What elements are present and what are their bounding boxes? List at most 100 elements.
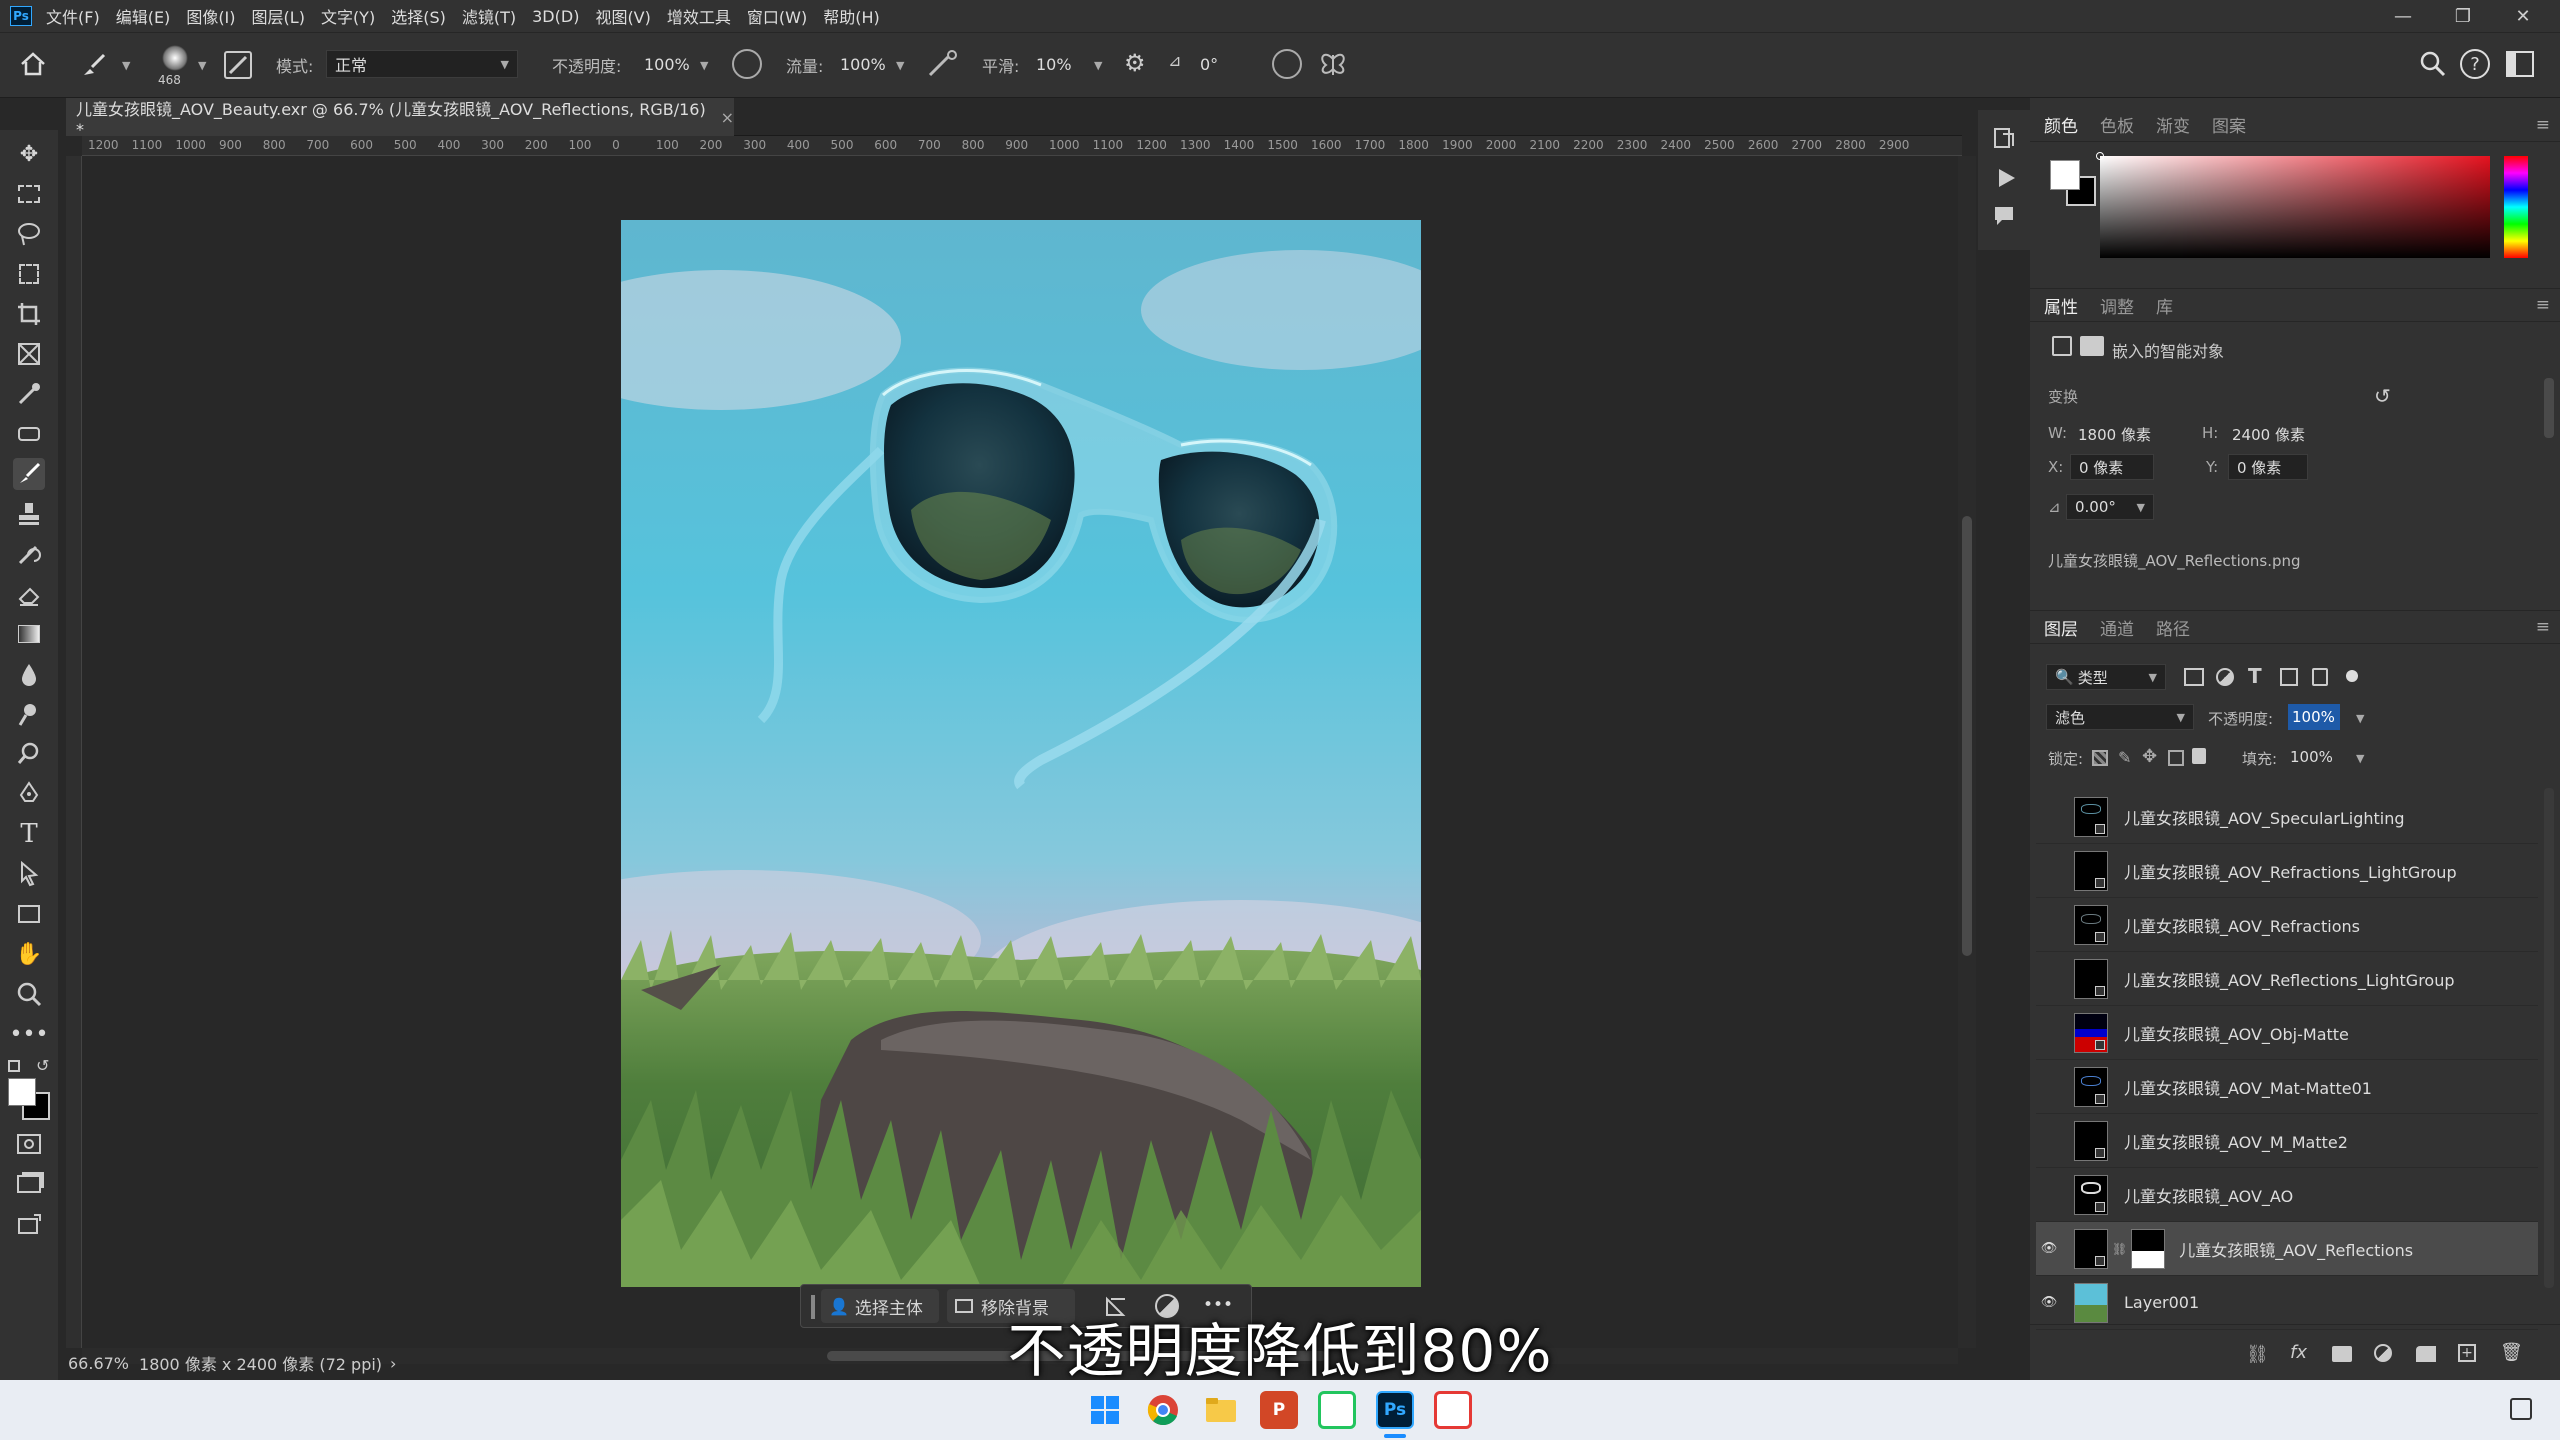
actions-play-icon[interactable] [1994,166,2018,190]
airbrush-icon[interactable] [926,49,960,79]
visibility-toggle-icon[interactable] [2036,858,2062,884]
dodge-tool-icon[interactable] [13,698,45,730]
select-subject-button[interactable]: 👤 选择主体 [821,1289,939,1323]
hue-slider[interactable] [2504,156,2528,258]
menu-help[interactable]: 帮助(H) [823,4,880,28]
layer-row-refractions[interactable]: 儿童女孩眼镜_AOV_Refractions [2036,898,2538,952]
layer-mask-thumbnail[interactable] [2131,1228,2166,1269]
brush-preset-icon[interactable] [80,51,108,79]
crop-tool-icon[interactable] [13,298,45,330]
visibility-toggle-icon[interactable] [2036,1182,2062,1208]
eyedropper-tool-icon[interactable] [13,378,45,410]
link-icon[interactable]: ⛓ [2246,1344,2269,1365]
edit-toolbar-icon[interactable] [13,1208,45,1240]
filter-type-icon[interactable]: T [2248,664,2262,688]
pressure-size-icon[interactable] [1272,49,1302,79]
tab-paths[interactable]: 路径 [2156,615,2190,640]
tab-color[interactable]: 颜色 [2044,112,2078,137]
visibility-toggle-icon[interactable] [2036,1074,2062,1100]
photoshop-logo-icon[interactable]: Ps [10,6,32,26]
minimize-button[interactable]: — [2374,0,2432,32]
document-tab[interactable]: 儿童女孩眼镜_AOV_Beauty.exr @ 66.7% (儿童女孩眼镜_AO… [66,98,734,139]
type-tool-icon[interactable]: T [13,818,45,850]
layer-row-ao[interactable]: 儿童女孩眼镜_AOV_AO [2036,1168,2538,1222]
lock-all-icon[interactable] [2192,748,2206,764]
tab-gradients[interactable]: 渐变 [2156,112,2190,137]
zoom-minus-tool-icon[interactable] [13,738,45,770]
fx-icon[interactable]: fx [2290,1342,2307,1363]
history-panel-icon[interactable] [1992,126,2016,150]
close-tab-icon[interactable]: × [721,108,734,127]
brush-tip-preview[interactable] [162,45,188,71]
vertical-scrollbar[interactable] [1958,156,1976,1348]
add-mask-icon[interactable] [2332,1346,2352,1362]
layer-row-obj-matte[interactable]: 儿童女孩眼镜_AOV_Obj-Matte [2036,1006,2538,1060]
panel-menu-icon[interactable]: ≡ [2536,295,2550,315]
blur-tool-icon[interactable] [13,658,45,690]
tab-channels[interactable]: 通道 [2100,615,2134,640]
red-app-icon[interactable] [1434,1391,1472,1429]
zoom-level[interactable]: 66.67% [68,1354,129,1373]
properties-scrollbar[interactable] [2544,378,2554,438]
color-field[interactable] [2096,152,2490,258]
notification-icon[interactable] [2510,1398,2532,1420]
menu-edit[interactable]: 编辑(E) [116,4,171,28]
restore-button[interactable]: ❐ [2434,0,2492,32]
layer-row-reflections-selected[interactable]: 👁 ⛓ 儿童女孩眼镜_AOV_Reflections [2036,1222,2538,1276]
layer-row-reflections-lightgroup[interactable]: 儿童女孩眼镜_AOV_Reflections_LightGroup [2036,952,2538,1006]
close-window-button[interactable]: ✕ [2494,0,2552,32]
lock-artboard-icon[interactable] [2168,750,2184,766]
mask-link-icon[interactable]: ⛓ [2112,1242,2127,1256]
opacity-dropdown-arrow[interactable]: ▼ [700,59,708,72]
tab-swatches[interactable]: 色板 [2100,112,2134,137]
menu-layer[interactable]: 图层(L) [252,4,305,28]
visibility-toggle-icon[interactable] [2036,966,2062,992]
layer-row-mat-matte01[interactable]: 儿童女孩眼镜_AOV_Mat-Matte01 [2036,1060,2538,1114]
smoothing-dropdown-arrow[interactable]: ▼ [1094,59,1102,72]
help-icon[interactable]: ? [2460,49,2490,79]
gear-icon[interactable]: ⚙ [1124,49,1154,79]
filter-toggle-icon[interactable] [2346,670,2358,682]
healing-brush-tool-icon[interactable] [13,418,45,450]
panel-menu-icon[interactable]: ≡ [2536,115,2550,135]
rectangle-tool-icon[interactable] [13,898,45,930]
menu-type[interactable]: 文字(Y) [321,4,375,28]
tab-layers[interactable]: 图层 [2044,615,2078,640]
new-adjustment-icon[interactable] [2374,1344,2392,1362]
lock-position-icon[interactable]: ✥ [2142,746,2157,767]
visibility-toggle-icon[interactable] [2036,912,2062,938]
tab-adjustments[interactable]: 调整 [2100,293,2134,318]
w-value[interactable]: 1800 像素 [2078,424,2151,445]
mode-select[interactable]: 正常 ▼ [326,50,518,78]
new-layer-icon[interactable]: + [2458,1344,2476,1362]
layer-row-specularlighting[interactable]: 儿童女孩眼镜_AOV_SpecularLighting [2036,790,2538,844]
foreground-color-swatch[interactable] [8,1078,36,1106]
layer-row-m-matte2[interactable]: 儿童女孩眼镜_AOV_M_Matte2 [2036,1114,2538,1168]
marquee-tool-icon[interactable] [13,178,45,210]
menu-select[interactable]: 选择(S) [391,4,446,28]
smoothing-field[interactable]: 10% [1028,50,1088,78]
y-field[interactable]: 0 像素 [2228,454,2308,480]
eye-icon[interactable]: 👁 [2036,1236,2062,1262]
lock-pixels-icon[interactable]: ✎ [2118,748,2131,767]
x-field[interactable]: 0 像素 [2070,454,2154,480]
document-image[interactable] [621,220,1421,1287]
reset-transform-icon[interactable]: ↺ [2374,384,2391,408]
lock-transparent-icon[interactable] [2092,750,2108,766]
gradient-tool-icon[interactable] [13,618,45,650]
brush-tool-icon[interactable] [13,458,45,490]
more-tools-icon[interactable]: ••• [10,1018,49,1050]
layer-opacity-dropdown-arrow[interactable]: ▼ [2356,712,2364,725]
chevron-down-icon[interactable]: ▼ [2137,501,2145,514]
menu-window[interactable]: 窗口(W) [747,4,807,28]
status-expand-icon[interactable]: › [390,1354,396,1373]
powerpoint-icon[interactable]: P [1260,1391,1298,1429]
vertical-scroll-thumb[interactable] [1962,516,1972,956]
search-icon[interactable] [2418,49,2448,79]
drag-handle[interactable] [811,1295,815,1319]
filter-shape-icon[interactable] [2280,668,2298,686]
swap-colors-icon[interactable]: ↺ [36,1056,49,1075]
trash-icon[interactable]: 🗑 [2500,1342,2523,1363]
screen-mode-icon[interactable] [13,1168,45,1200]
pressure-opacity-icon[interactable] [732,49,762,79]
